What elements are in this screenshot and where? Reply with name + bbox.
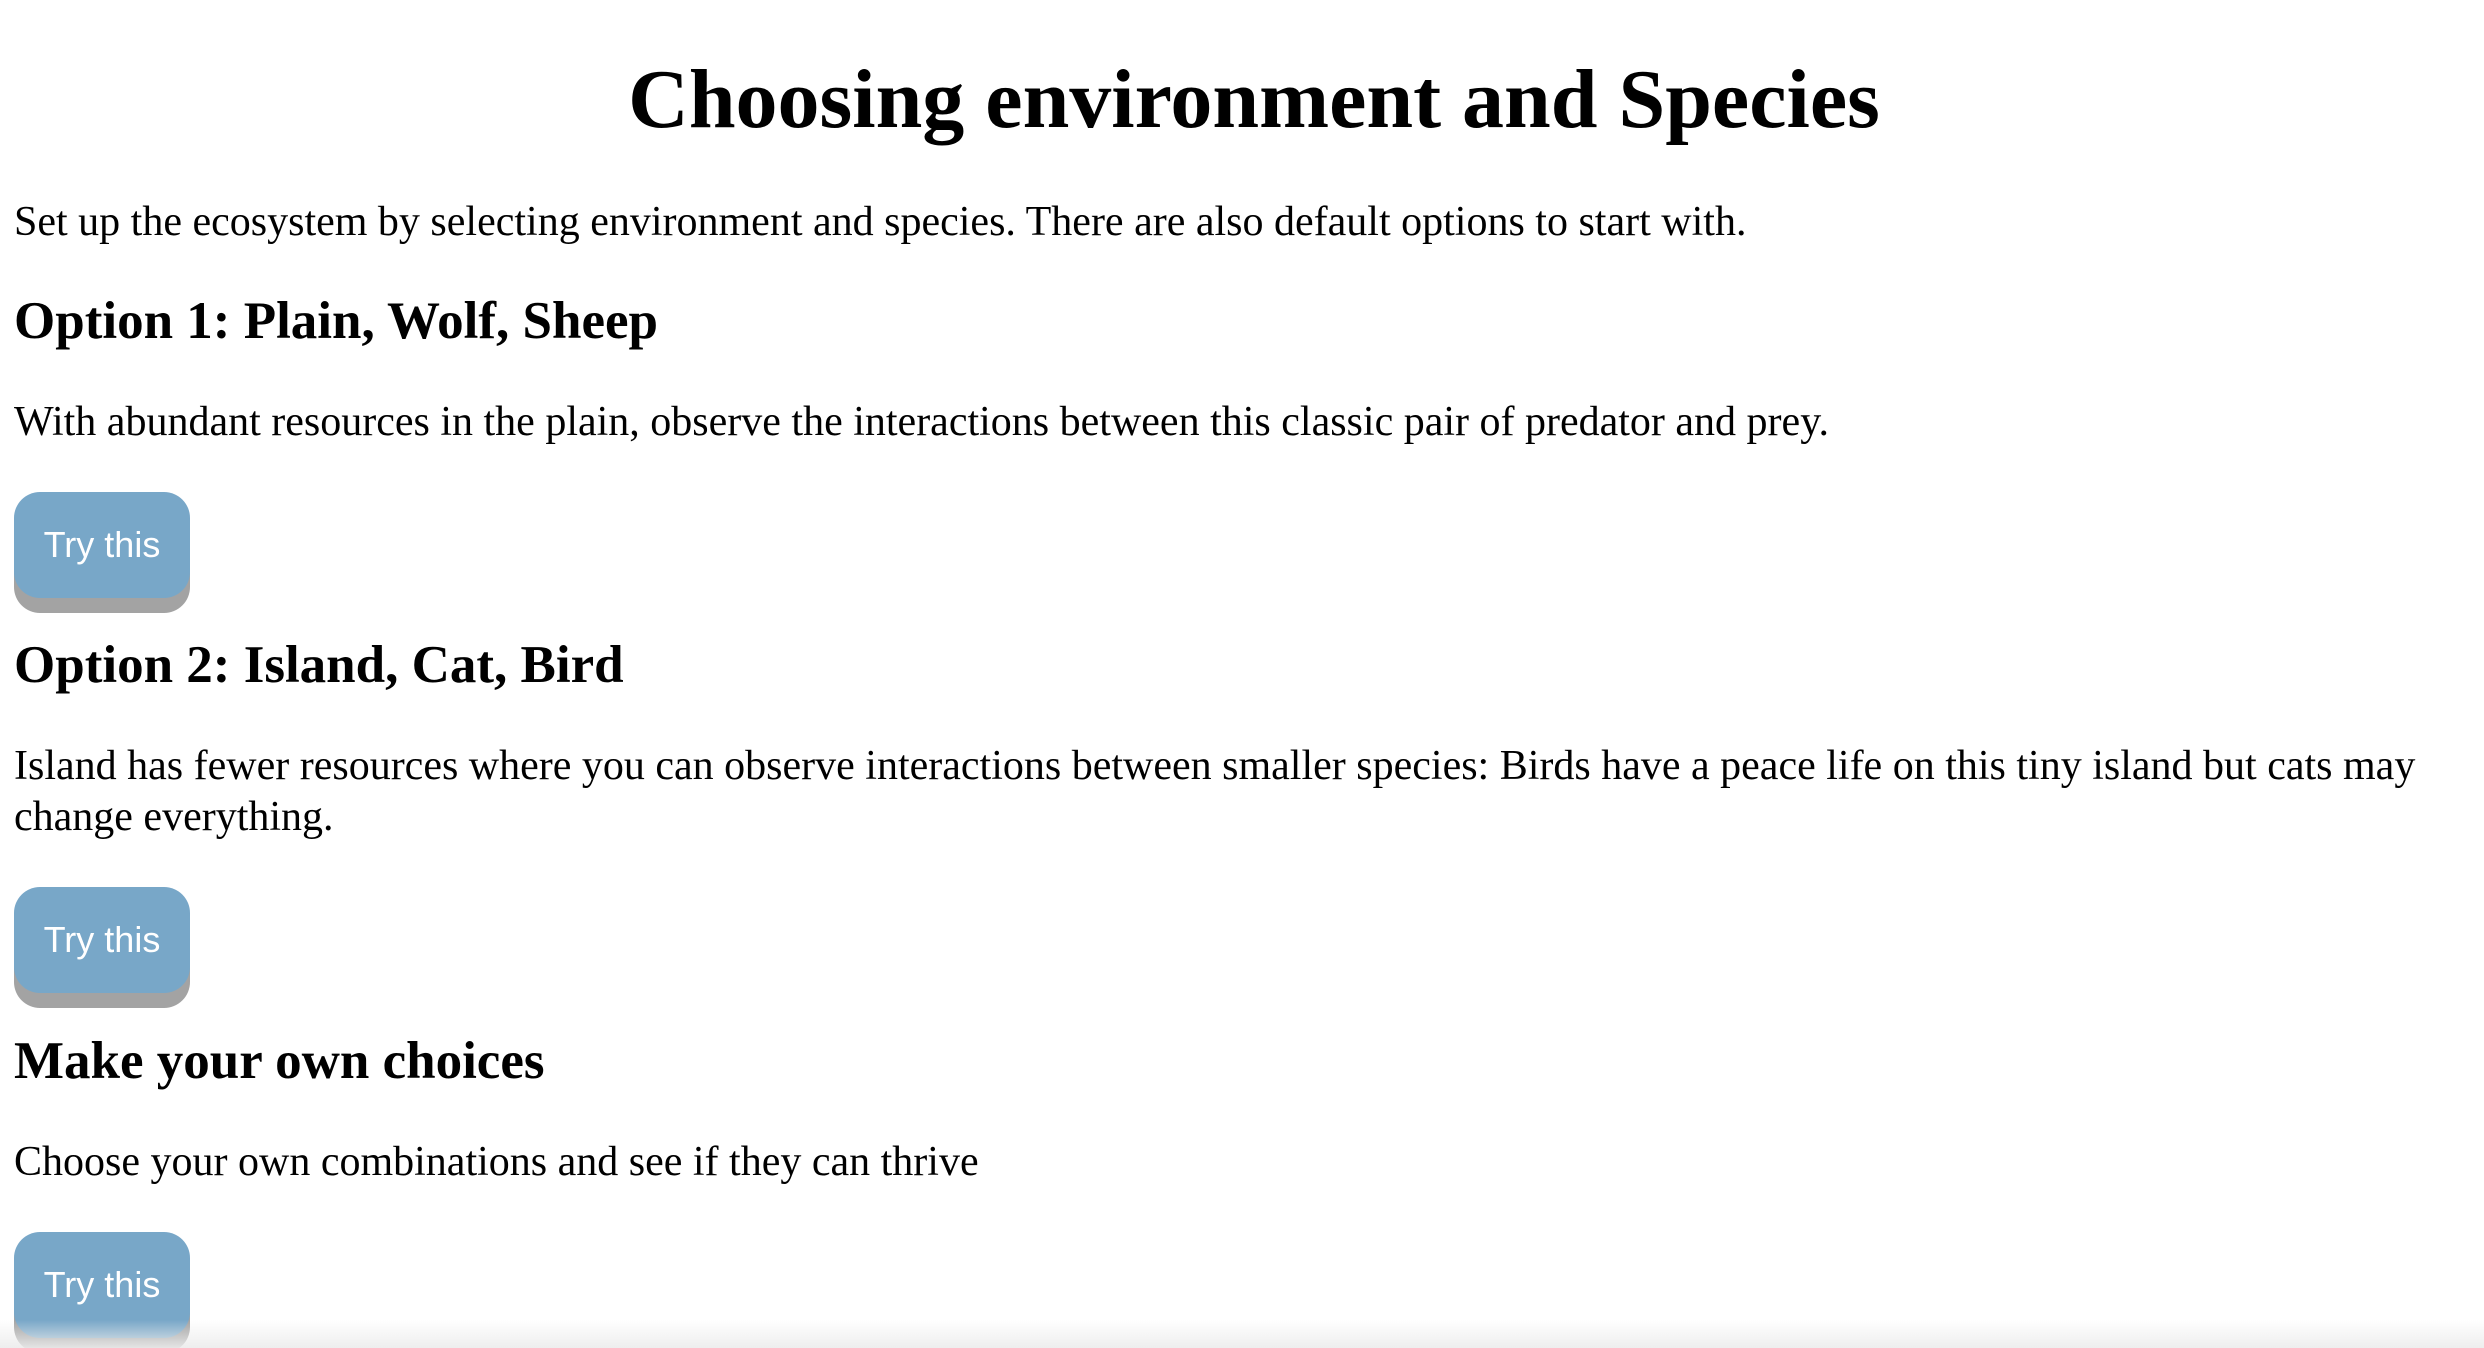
custom-choice-try-button[interactable]: Try this (14, 1232, 190, 1338)
option-2-try-button[interactable]: Try this (14, 887, 190, 993)
custom-choice-description: Choose your own combinations and see if … (14, 1139, 979, 1185)
page-title: Choosing environment and Species (628, 53, 1880, 146)
option-1-description: With abundant resources in the plain, ob… (14, 399, 1829, 445)
option-2-description: Island has fewer resources where you can… (14, 743, 2416, 840)
option-1-try-button[interactable]: Try this (14, 492, 190, 598)
custom-choice-heading: Make your own choices (14, 1032, 545, 1090)
option-1-heading: Option 1: Plain, Wolf, Sheep (14, 292, 658, 350)
option-2-heading: Option 2: Island, Cat, Bird (14, 636, 624, 694)
intro-text: Set up the ecosystem by selecting enviro… (14, 199, 1747, 245)
bottom-fade (0, 1320, 2484, 1348)
